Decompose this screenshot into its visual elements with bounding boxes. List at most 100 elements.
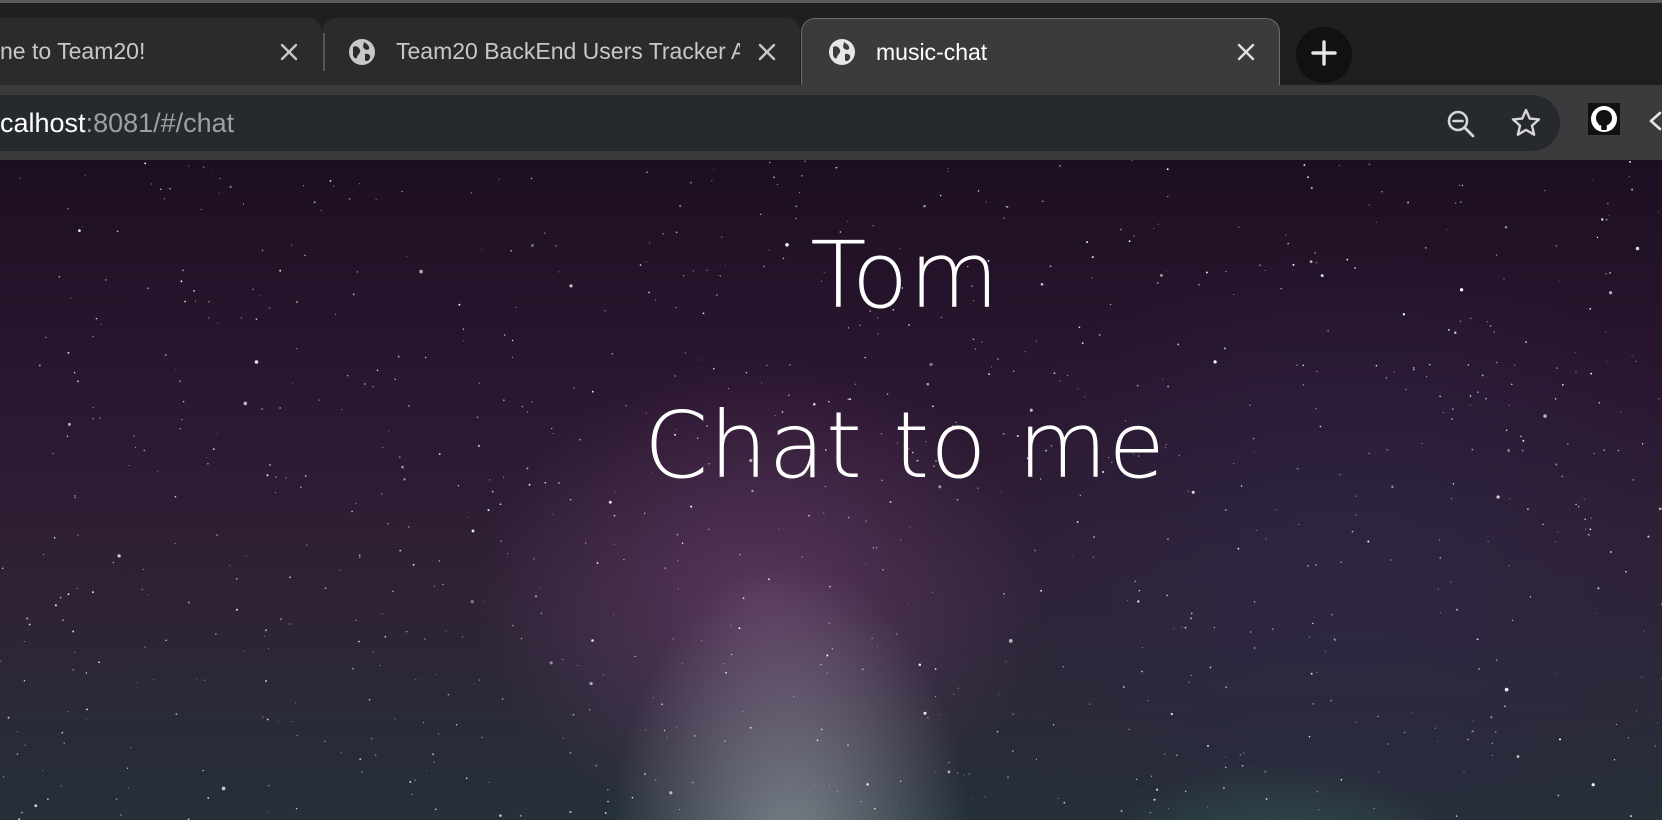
star	[573, 387, 576, 389]
star	[478, 382, 481, 385]
close-tab-icon[interactable]	[1231, 37, 1261, 67]
star	[947, 770, 951, 774]
star	[1437, 588, 1439, 590]
tab-welcome[interactable]: ne to Team20!	[0, 18, 322, 85]
star	[295, 807, 298, 810]
star	[1224, 509, 1227, 511]
star	[364, 383, 366, 385]
star	[1456, 608, 1458, 611]
star	[956, 772, 959, 774]
star	[207, 796, 210, 799]
star	[847, 516, 850, 519]
star	[265, 629, 268, 632]
star	[372, 651, 374, 653]
star	[1062, 666, 1064, 668]
star	[437, 733, 440, 735]
star	[789, 364, 791, 366]
star	[1426, 376, 1428, 378]
new-tab-button[interactable]	[1296, 27, 1352, 83]
star	[1635, 360, 1637, 363]
star	[589, 681, 593, 686]
star	[54, 604, 57, 607]
star	[882, 569, 884, 571]
star	[229, 185, 232, 189]
star	[676, 533, 679, 536]
star	[728, 388, 730, 390]
star	[1594, 613, 1596, 615]
star	[67, 593, 70, 596]
star	[655, 779, 657, 781]
tab-users-tracker[interactable]: Team20 BackEnd Users Tracker A	[322, 18, 800, 85]
star	[1351, 530, 1354, 533]
star	[974, 348, 977, 350]
star	[1607, 202, 1609, 205]
star	[613, 514, 616, 517]
address-bar[interactable]: calhost:8081/#/chat	[0, 95, 1560, 151]
star	[1454, 202, 1457, 204]
star	[1439, 557, 1442, 559]
star	[1591, 783, 1595, 787]
star	[164, 354, 167, 356]
star	[221, 786, 226, 791]
zoom-out-icon[interactable]	[1446, 109, 1476, 139]
star	[977, 190, 980, 192]
close-tab-icon[interactable]	[752, 37, 782, 67]
star	[835, 166, 838, 169]
tab-music-chat[interactable]: music-chat	[801, 18, 1280, 85]
star	[1007, 776, 1009, 779]
star	[700, 359, 702, 361]
star	[16, 753, 19, 755]
star	[175, 369, 177, 371]
star	[672, 638, 674, 640]
star	[1059, 380, 1061, 382]
star	[1136, 778, 1138, 781]
star	[455, 724, 458, 726]
url-text[interactable]: calhost:8081/#/chat	[0, 108, 234, 139]
star	[938, 714, 940, 716]
chat-cta-heading[interactable]: Chat to me	[0, 392, 1662, 499]
star	[864, 356, 866, 359]
star	[1472, 720, 1474, 722]
star	[569, 498, 572, 501]
star	[468, 517, 470, 518]
close-tab-icon[interactable]	[274, 37, 304, 67]
star	[793, 696, 795, 698]
star	[854, 383, 857, 385]
star	[1377, 771, 1380, 773]
star	[801, 556, 803, 558]
star	[997, 358, 999, 360]
star	[813, 785, 815, 787]
star	[291, 720, 293, 723]
star	[761, 382, 763, 384]
star	[160, 188, 162, 190]
star	[117, 554, 121, 558]
star	[474, 683, 475, 685]
star	[713, 367, 715, 370]
github-icon[interactable]	[1588, 103, 1620, 135]
star	[202, 769, 204, 772]
star	[91, 591, 94, 594]
star	[1307, 565, 1309, 567]
extension-icon[interactable]	[1646, 105, 1662, 137]
star	[1190, 674, 1193, 677]
star	[1092, 556, 1094, 558]
star	[900, 780, 902, 782]
star	[679, 205, 681, 207]
star	[434, 674, 436, 676]
star	[1308, 636, 1310, 638]
star	[829, 585, 831, 588]
star	[481, 736, 483, 739]
star	[1458, 184, 1461, 187]
star	[1575, 371, 1577, 373]
star	[1561, 383, 1564, 386]
star	[1455, 815, 1458, 817]
star	[1405, 388, 1407, 391]
star	[730, 624, 732, 626]
star-icon[interactable]	[1510, 107, 1542, 139]
star	[1151, 775, 1153, 777]
star	[1163, 753, 1166, 756]
star	[1324, 650, 1326, 652]
star	[731, 653, 733, 656]
star	[399, 549, 402, 552]
star	[1243, 752, 1245, 754]
